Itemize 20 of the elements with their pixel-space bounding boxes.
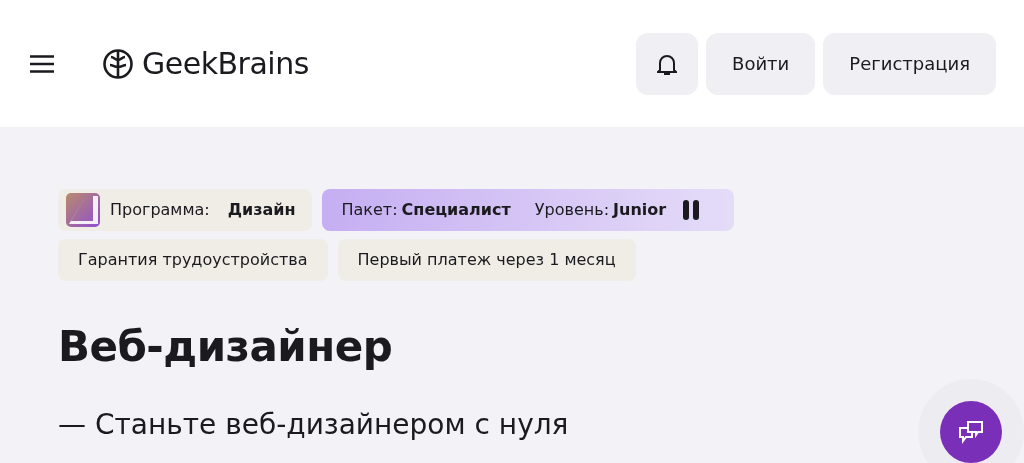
package-value: Специалист: [401, 199, 511, 221]
page-title: Веб-дизайнер: [58, 321, 394, 373]
level-value: Junior: [613, 199, 667, 221]
notifications-button[interactable]: [636, 32, 699, 95]
login-button[interactable]: Войти: [706, 32, 816, 95]
feature-tag: Первый платеж через 1 месяц: [337, 239, 636, 281]
logo-text[interactable]: GeekBrains: [142, 41, 309, 86]
package-label: Пакет:: [341, 199, 398, 221]
design-logo-icon: [66, 193, 100, 227]
bell-icon: [657, 54, 678, 76]
level-label: Уровень:: [534, 199, 610, 221]
level-bars-icon: [682, 200, 701, 220]
program-label: Программа:: [110, 199, 210, 221]
program-value: Дизайн: [227, 199, 296, 221]
subtitle: — Станьте веб-дизайнером с нуля: [58, 407, 570, 443]
chat-icon: [958, 420, 984, 444]
menu-icon[interactable]: [30, 54, 54, 73]
brain-logo-icon: [102, 47, 134, 80]
register-button[interactable]: Регистрация: [823, 32, 996, 95]
feature-tag: Гарантия трудоустройства: [58, 239, 328, 281]
